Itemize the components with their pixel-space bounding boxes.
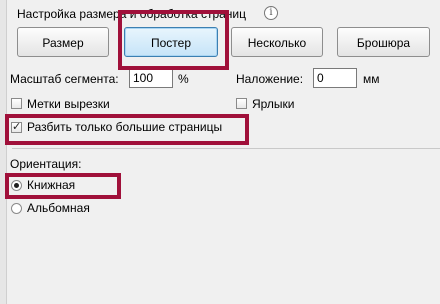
split-large-pages-checkbox[interactable] [11, 120, 22, 133]
size-button[interactable]: Размер [17, 27, 109, 57]
tile-scale-input[interactable]: 100 [129, 68, 173, 88]
left-window-edge [0, 0, 7, 304]
landscape-radio[interactable] [11, 203, 22, 214]
landscape-label[interactable]: Альбомная [27, 201, 90, 215]
poster-button[interactable]: Постер [124, 27, 218, 57]
page-sizing-panel: Настройка размера и обработка страниц i … [7, 0, 440, 304]
overlap-unit: мм [363, 72, 380, 86]
tile-scale-unit: % [178, 72, 189, 86]
labels-label[interactable]: Ярлыки [252, 97, 295, 111]
labels-checkbox[interactable] [236, 98, 247, 109]
section-divider [12, 148, 440, 149]
info-icon[interactable]: i [264, 6, 278, 20]
multiple-button[interactable]: Несколько [231, 27, 323, 57]
cut-marks-checkbox[interactable] [11, 98, 22, 109]
split-large-pages-label[interactable]: Разбить только большие страницы [27, 120, 222, 134]
overlap-label: Наложение: [236, 72, 304, 86]
tile-scale-label: Масштаб сегмента: [10, 72, 119, 86]
portrait-label[interactable]: Книжная [27, 178, 75, 192]
cut-marks-label[interactable]: Метки вырезки [27, 97, 110, 111]
overlap-input[interactable]: 0 [313, 68, 357, 88]
section-title: Настройка размера и обработка страниц [17, 7, 247, 21]
portrait-radio[interactable] [11, 180, 22, 191]
booklet-button[interactable]: Брошюра [337, 27, 430, 57]
orientation-title: Ориентация: [10, 157, 82, 171]
